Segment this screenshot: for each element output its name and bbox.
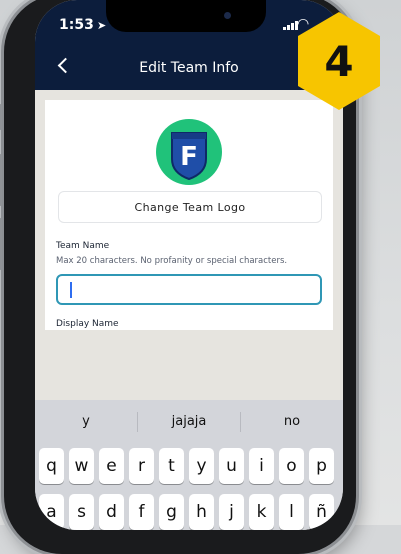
volume-up-button	[0, 154, 2, 206]
mute-switch	[0, 104, 2, 130]
display-name-label: Display Name	[56, 319, 119, 329]
key[interactable]: e	[99, 448, 124, 484]
change-team-logo-button[interactable]: Change Team Logo	[58, 191, 322, 223]
step-badge: 4	[296, 10, 382, 112]
suggestion-2[interactable]: jajaja	[138, 408, 240, 436]
logo-letter: F	[180, 142, 198, 172]
team-name-hint: Max 20 characters. No profanity or speci…	[56, 256, 288, 266]
key[interactable]: u	[219, 448, 244, 484]
suggestion-3[interactable]: no	[241, 408, 343, 436]
team-name-label: Team Name	[56, 241, 110, 251]
text-cursor	[70, 282, 72, 298]
key[interactable]: w	[69, 448, 94, 484]
key[interactable]: p	[309, 448, 334, 484]
location-arrow-icon: ➤	[97, 20, 107, 32]
volume-down-button	[0, 218, 2, 270]
key[interactable]: q	[39, 448, 64, 484]
notch	[106, 0, 266, 32]
key[interactable]: y	[189, 448, 214, 484]
suggestion-bar: y jajaja no	[35, 408, 343, 436]
suggestion-1[interactable]: y	[35, 408, 137, 436]
team-logo: F	[156, 119, 222, 185]
key[interactable]: r	[129, 448, 154, 484]
step-number: 4	[324, 36, 354, 86]
key[interactable]: o	[279, 448, 304, 484]
camera-icon	[224, 12, 231, 19]
keyboard: y jajaja no q w e r t y u i o p a s d f …	[35, 400, 343, 530]
team-name-input[interactable]	[56, 274, 322, 305]
key[interactable]: t	[159, 448, 184, 484]
team-info-card: F Change Team Logo Team Name Max 20 char…	[45, 100, 333, 330]
key[interactable]: i	[249, 448, 274, 484]
status-time: 1:53	[59, 17, 94, 33]
key-row-1: q w e r t y u i o p	[39, 448, 334, 484]
